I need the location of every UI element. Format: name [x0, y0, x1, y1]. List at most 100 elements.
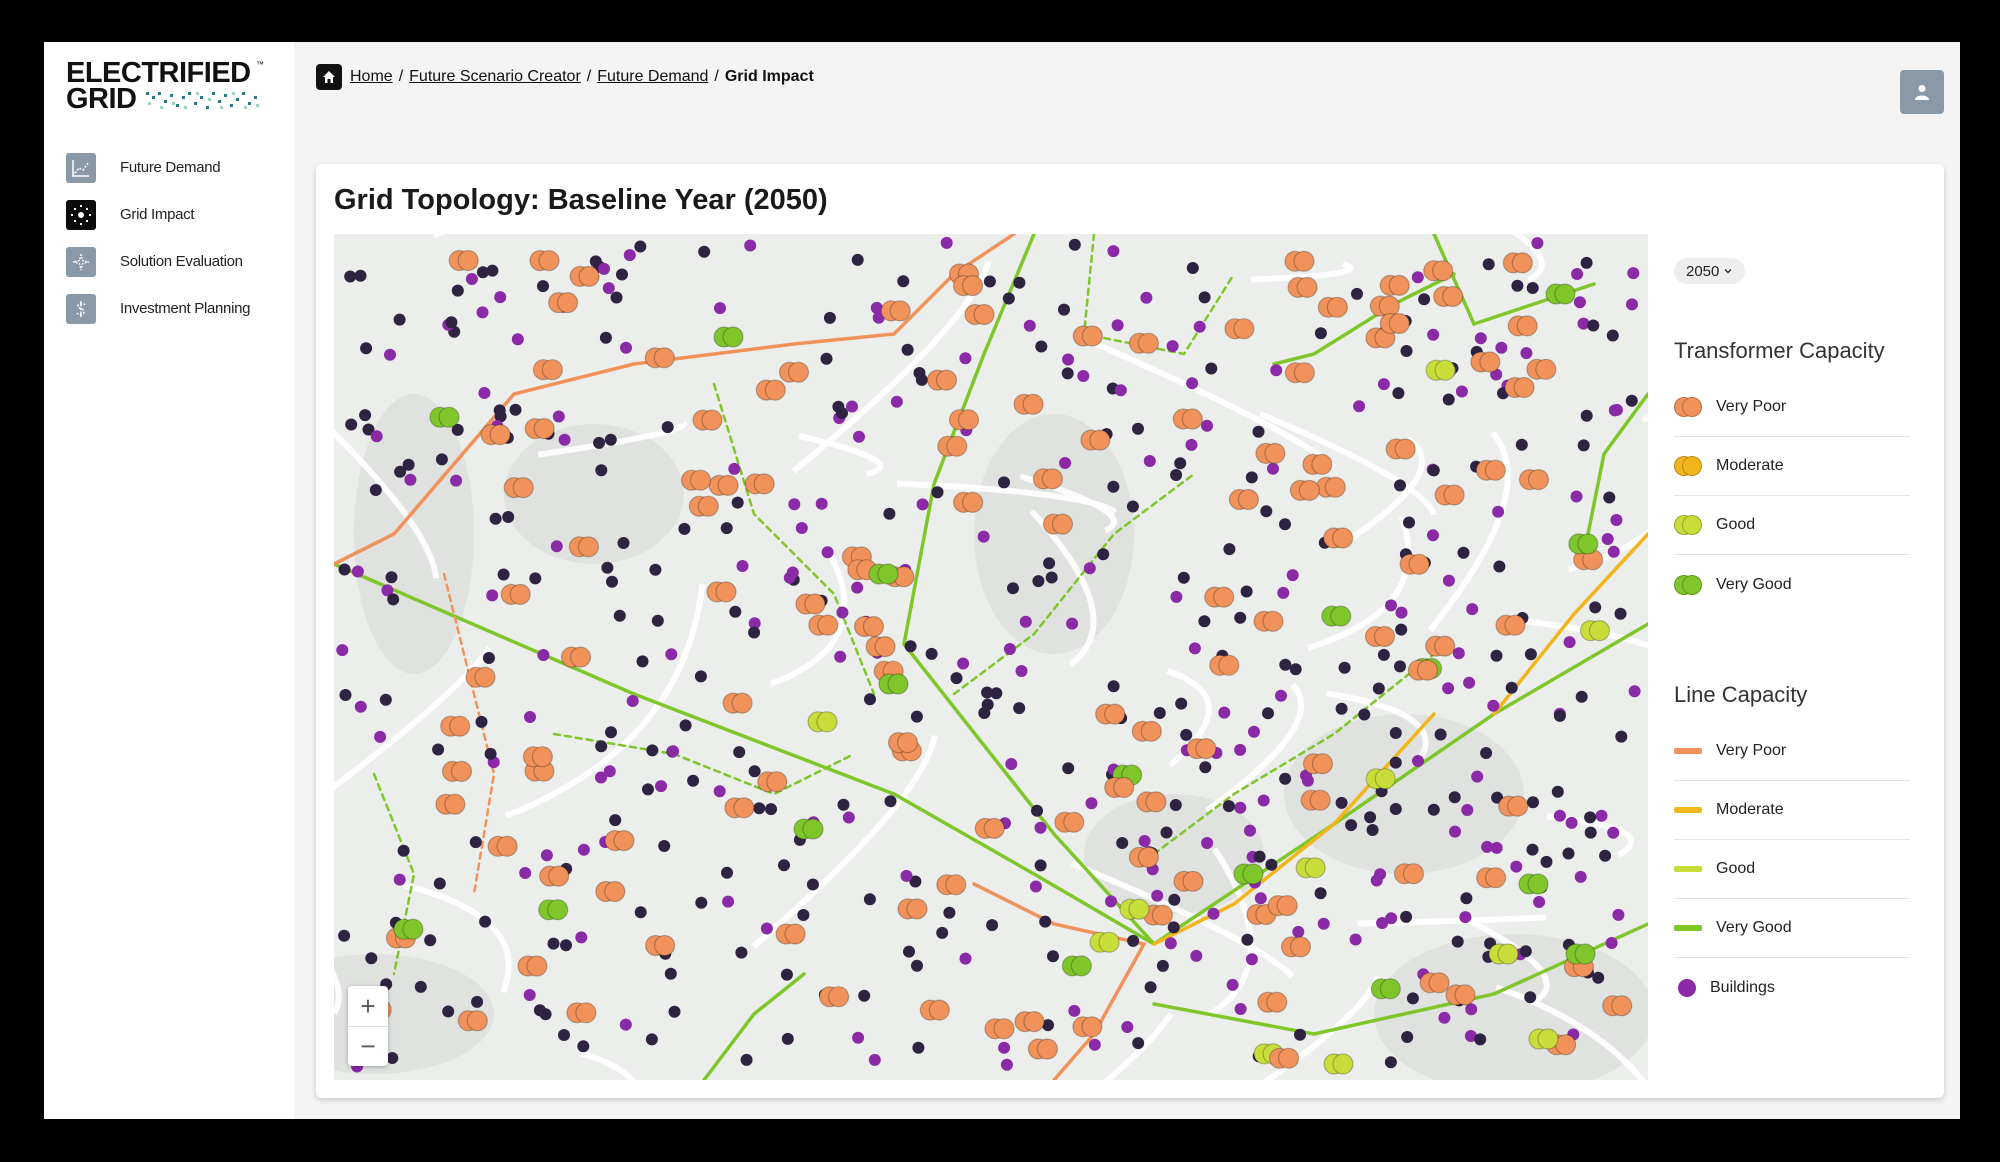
building-marker: [1317, 917, 1330, 930]
building-marker: [1577, 439, 1590, 452]
building-marker: [842, 811, 855, 824]
transformer-marker: [1131, 720, 1162, 742]
transformer-marker: [560, 646, 592, 668]
transformer-coil: [526, 955, 548, 977]
building-marker: [721, 866, 733, 879]
transformer-coil: [1326, 296, 1349, 318]
building-marker: [1466, 603, 1479, 616]
transformer-coil: [1237, 488, 1260, 511]
building-marker: [1480, 747, 1493, 759]
building-marker: [1245, 471, 1258, 484]
home-icon[interactable]: [316, 64, 342, 90]
building-marker: [1389, 803, 1402, 815]
transformer-coil: [1588, 620, 1611, 642]
logo: ELECTRIFIED GRID ™: [66, 59, 266, 116]
building-marker: [1107, 680, 1120, 693]
building-marker: [442, 1005, 455, 1018]
nav-item-future-demand[interactable]: Future Demand: [66, 144, 294, 191]
building-marker: [1573, 296, 1586, 309]
transformer-marker: [604, 829, 635, 852]
transformer-coil: [1081, 1016, 1103, 1038]
transformer-marker: [1209, 654, 1240, 676]
transformer-marker: [1267, 894, 1298, 917]
building-marker: [649, 563, 662, 576]
building-marker: [1032, 575, 1045, 588]
transformer-coil: [512, 477, 534, 499]
transformer-coil: [1379, 978, 1401, 1000]
building-marker: [957, 657, 970, 670]
nav-item-investment-planning[interactable]: Investment Planning: [66, 285, 294, 332]
building-marker: [379, 693, 392, 706]
building-marker: [1406, 992, 1419, 1005]
building-marker: [851, 581, 864, 594]
building-marker: [1234, 1003, 1247, 1015]
transformer-marker: [1072, 1016, 1103, 1038]
transformer-marker: [500, 583, 531, 605]
building-marker: [1427, 803, 1440, 816]
grid-map[interactable]: + −: [334, 234, 1648, 1080]
transformer-marker: [1475, 459, 1507, 481]
zoom-out-button[interactable]: −: [348, 1026, 388, 1066]
legend-item-very-good: Very Good: [1674, 555, 1910, 614]
transformer-marker: [1419, 972, 1450, 994]
transformer-marker: [926, 369, 958, 391]
building-marker: [728, 462, 741, 475]
transformer-marker: [778, 361, 810, 383]
building-marker: [502, 511, 515, 523]
building-marker: [338, 563, 351, 576]
nav-item-solution-evaluation[interactable]: Solution Evaluation: [66, 238, 294, 285]
building-marker: [1292, 925, 1305, 938]
building-marker: [1107, 245, 1120, 258]
transformer-coil: [1113, 776, 1135, 799]
transformer-marker: [936, 874, 967, 896]
building-marker: [978, 707, 991, 719]
building-marker: [1615, 730, 1628, 743]
building-marker: [626, 695, 639, 707]
building-marker: [760, 922, 773, 935]
building-marker: [1138, 835, 1151, 847]
building-marker: [1495, 341, 1508, 354]
year-select[interactable]: 2050: [1674, 258, 1746, 284]
side-nav: Future Demand Grid Impact Solution Evalu…: [66, 144, 294, 332]
building-marker: [1174, 457, 1187, 470]
grid-map-canvas[interactable]: [334, 234, 1648, 1080]
zoom-in-button[interactable]: +: [348, 986, 388, 1026]
transformer-marker: [1228, 488, 1260, 511]
nav-item-grid-impact[interactable]: Grid Impact: [66, 191, 294, 238]
building-marker: [385, 571, 398, 584]
building-marker: [336, 644, 349, 657]
transformer-marker: [1425, 635, 1456, 657]
breadcrumb-home-link[interactable]: Home: [350, 68, 393, 86]
building-marker: [1105, 895, 1117, 908]
building-marker: [912, 1041, 925, 1054]
building-marker: [1241, 933, 1254, 946]
building-marker: [795, 522, 808, 534]
transformer-coil: [1089, 429, 1111, 451]
building-marker: [1005, 758, 1018, 770]
building-marker: [780, 968, 793, 981]
transformer-coil: [1036, 1038, 1059, 1060]
transformer-coil: [1416, 659, 1439, 681]
building-marker: [1097, 548, 1110, 561]
building-marker: [1607, 545, 1620, 558]
transformer-marker: [1255, 442, 1286, 464]
building-marker: [1240, 585, 1253, 598]
transformer-marker: [1568, 533, 1599, 555]
building-marker: [661, 421, 674, 434]
building-marker: [910, 710, 923, 723]
nav-label: Future Demand: [120, 159, 221, 176]
breadcrumb-scenario-link[interactable]: Future Scenario Creator: [409, 68, 581, 86]
building-marker: [900, 869, 913, 882]
transformer-capacity-legend: Transformer Capacity Very Poor Moderate …: [1674, 338, 1910, 614]
building-marker: [864, 693, 876, 706]
transformer-marker: [887, 732, 919, 754]
transformer-marker: [441, 760, 473, 783]
building-marker: [1186, 377, 1199, 390]
legend-label: Very Poor: [1716, 398, 1787, 415]
building-marker: [1314, 887, 1327, 900]
breadcrumb-demand-link[interactable]: Future Demand: [597, 68, 708, 86]
user-account-button[interactable]: [1900, 70, 1944, 114]
transformer-marker: [1379, 312, 1410, 335]
line-swatch: [1674, 807, 1702, 813]
transformer-marker: [1061, 955, 1093, 977]
